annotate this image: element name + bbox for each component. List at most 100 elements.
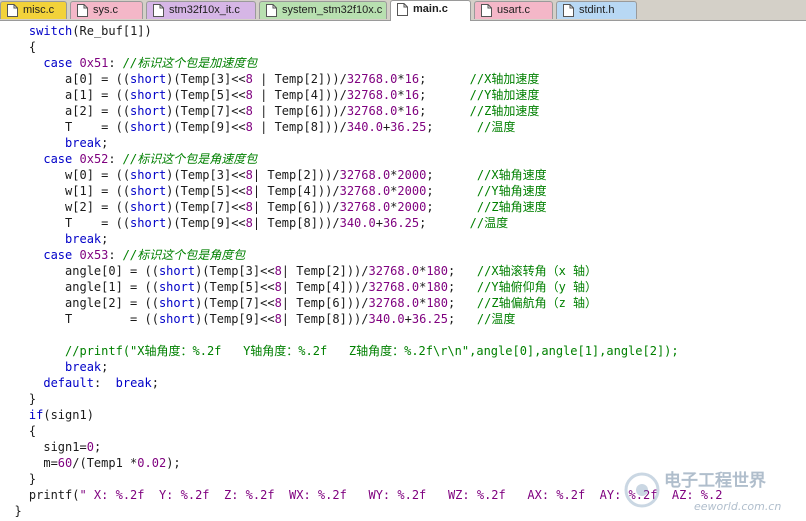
code-token: //X轴加速度 xyxy=(469,72,540,86)
code-token: 32768.0 xyxy=(368,296,420,310)
code-token: 8 xyxy=(245,200,253,214)
tab-label: usart.c xyxy=(497,4,531,16)
code-token: | Temp[8]))/ xyxy=(281,312,369,326)
code-token: //Y轴俯仰角（y 轴） xyxy=(476,280,598,294)
code-token: break xyxy=(65,360,102,374)
code-token: 8 xyxy=(245,168,253,182)
code-line: break; xyxy=(0,135,108,151)
code-token: 8 xyxy=(245,216,253,230)
code-token: //Y轴加速度 xyxy=(469,88,540,102)
code-token: 32768.0 xyxy=(368,264,420,278)
tab-label: misc.c xyxy=(23,4,55,16)
code-token: T = (( xyxy=(0,216,131,230)
code-token: | Temp[2]))/ xyxy=(281,264,369,278)
code-token: angle[0] = (( xyxy=(0,264,159,278)
code-line: if(sign1) xyxy=(0,407,94,423)
code-token: | Temp[8]))/ xyxy=(252,120,347,134)
code-token: 340.0 xyxy=(346,120,383,134)
code-token: short xyxy=(158,280,196,294)
code-token: : xyxy=(108,152,123,166)
code-token: { xyxy=(0,424,37,438)
watermark-logo: 电子工程世界 eeworld.com.cn xyxy=(624,470,781,513)
code-line: break; xyxy=(0,359,108,375)
tab-system-stm32f10x-c[interactable]: system_stm32f10x.c xyxy=(259,1,387,19)
code-line: //printf("X轴角度：%.2f Y轴角度：%.2f Z轴角度：%.2f\… xyxy=(0,343,679,359)
code-editor[interactable]: switch(Re_buf[1]) { case 0x51: //标识这个包是加… xyxy=(0,21,806,521)
code-token: | Temp[6]))/ xyxy=(252,104,347,118)
tab-stdint-h[interactable]: stdint.h xyxy=(556,1,637,19)
code-token: 2000 xyxy=(397,168,427,182)
code-token: //Z轴偏航角（z 轴） xyxy=(476,296,598,310)
code-token: (Re_buf[1]) xyxy=(72,24,152,38)
code-token: : xyxy=(108,248,123,262)
code-token: | Temp[8]))/ xyxy=(252,216,340,230)
code-token: { xyxy=(0,40,37,54)
code-token: 32768.0 xyxy=(346,88,398,102)
code-token: ; xyxy=(426,184,477,198)
code-token: break xyxy=(115,376,152,390)
tab-main-c[interactable]: main.c xyxy=(390,0,471,21)
code-token: * xyxy=(397,88,405,102)
code-token: 8 xyxy=(245,104,253,118)
code-line: switch(Re_buf[1]) xyxy=(0,23,152,39)
code-token: : xyxy=(93,376,116,390)
file-icon xyxy=(563,4,574,17)
tab-stm32f10x-it-c[interactable]: stm32f10x_it.c xyxy=(146,1,256,19)
code-token: + xyxy=(375,216,383,230)
code-token: 8 xyxy=(245,88,253,102)
watermark-url: eeworld.com.cn xyxy=(694,500,781,513)
code-line: angle[0] = ((short)(Temp[3]<<8| Temp[2])… xyxy=(0,263,597,279)
code-token: )(Temp[9]<< xyxy=(166,120,246,134)
code-line: angle[2] = ((short)(Temp[7]<<8| Temp[6])… xyxy=(0,295,597,311)
tab-usart-c[interactable]: usart.c xyxy=(474,1,553,19)
code-token: ; xyxy=(419,88,470,102)
file-icon xyxy=(77,4,88,17)
code-token: case xyxy=(43,248,73,262)
code-line: T = ((short)(Temp[9]<<8| Temp[8]))/340.0… xyxy=(0,311,515,327)
code-token: )(Temp[7]<< xyxy=(166,104,246,118)
code-token: short xyxy=(130,104,167,118)
code-token: ; xyxy=(419,216,470,230)
editor-tab-bar: misc.c sys.c stm32f10x_it.c system_stm32f10… xyxy=(0,0,806,21)
code-token: short xyxy=(158,264,196,278)
code-token: 180 xyxy=(426,280,448,294)
code-token: default xyxy=(43,376,94,390)
code-token: case xyxy=(43,56,73,70)
code-token: //标识这个包是加速度包 xyxy=(122,56,258,70)
code-token: )(Temp[3]<< xyxy=(195,264,275,278)
code-token: ; xyxy=(101,136,109,150)
tab-sys-c[interactable]: sys.c xyxy=(70,1,143,19)
code-token: 32768.0 xyxy=(339,168,391,182)
code-token: //标识这个包是角速度包 xyxy=(122,152,258,166)
code-token: 180 xyxy=(426,296,448,310)
code-token: //Y轴角速度 xyxy=(476,184,547,198)
code-line: default: break; xyxy=(0,375,159,391)
code-token: 32768.0 xyxy=(339,200,391,214)
code-token: 32768.0 xyxy=(339,184,391,198)
code-token: )(Temp[3]<< xyxy=(166,72,246,86)
code-token: short xyxy=(158,312,196,326)
file-icon xyxy=(153,4,164,17)
code-token: angle[1] = (( xyxy=(0,280,159,294)
code-token: | Temp[6]))/ xyxy=(252,200,340,214)
code-token: 8 xyxy=(274,280,282,294)
file-icon xyxy=(266,4,277,17)
code-line: sign1=0; xyxy=(0,439,101,455)
code-token: ; xyxy=(101,232,109,246)
code-token: )(Temp[7]<< xyxy=(166,200,246,214)
code-line: } xyxy=(0,471,36,487)
code-token: switch xyxy=(28,24,73,38)
code-line: printf(" X: %.2f Y: %.2f Z: %.2f WX: %.2… xyxy=(0,487,723,503)
code-token: w[2] = (( xyxy=(0,200,131,214)
code-token: 0x52 xyxy=(79,152,109,166)
code-token: ; xyxy=(447,312,477,326)
tab-misc-c[interactable]: misc.c xyxy=(0,1,67,19)
code-token: a[2] = (( xyxy=(0,104,131,118)
